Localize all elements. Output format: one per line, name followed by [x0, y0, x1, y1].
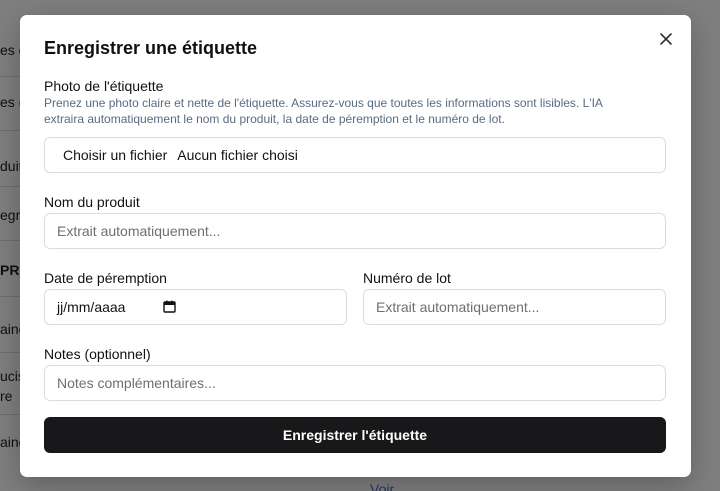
dialog-title: Enregistrer une étiquette	[44, 38, 258, 58]
choose-file-button[interactable]: Choisir un fichier	[63, 147, 167, 163]
calendar-icon[interactable]	[163, 300, 176, 313]
expiry-date-input[interactable]: jj/mm/aaaa	[44, 289, 347, 325]
notes-input[interactable]	[44, 365, 666, 401]
lot-number-input[interactable]	[363, 289, 666, 325]
file-status-text: Aucun fichier choisi	[177, 147, 298, 163]
photo-help-text: Prenez une photo claire et nette de l'ét…	[44, 96, 603, 126]
photo-label: Photo de l'étiquette	[44, 78, 164, 94]
photo-file-input[interactable]: Choisir un fichier Aucun fichier choisi	[44, 137, 666, 173]
product-name-input[interactable]	[44, 213, 666, 249]
close-icon	[660, 33, 672, 45]
notes-label: Notes (optionnel)	[44, 346, 151, 362]
submit-button[interactable]: Enregistrer l'étiquette	[44, 417, 666, 453]
register-label-dialog: Enregistrer une étiquette Photo de l'éti…	[20, 15, 691, 477]
expiry-date-value: jj/mm/aaaa	[57, 299, 126, 315]
expiry-date-label: Date de péremption	[44, 270, 167, 286]
product-name-label: Nom du produit	[44, 194, 140, 210]
lot-number-label: Numéro de lot	[363, 270, 451, 286]
close-button[interactable]	[656, 29, 676, 49]
